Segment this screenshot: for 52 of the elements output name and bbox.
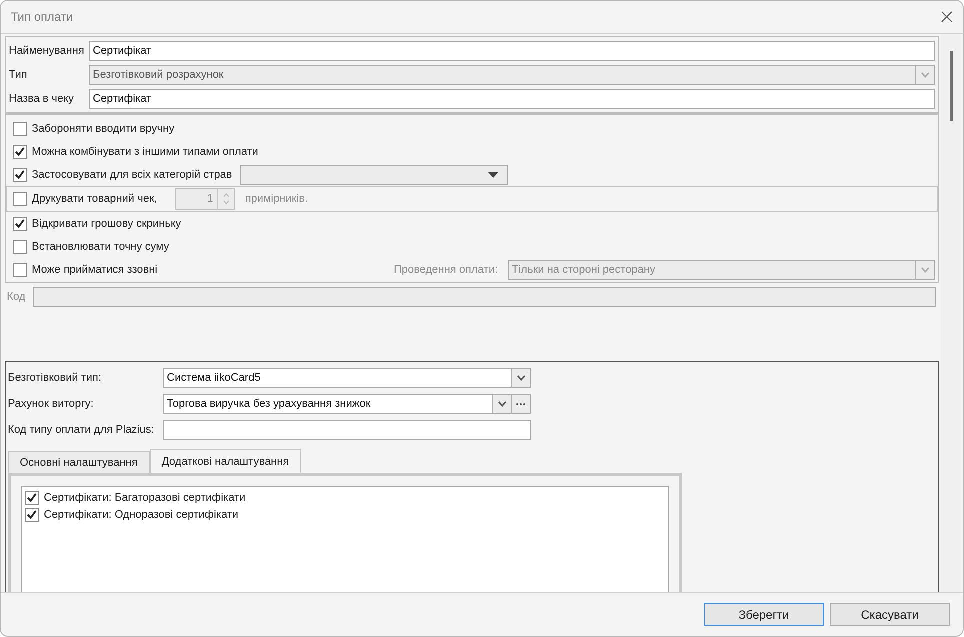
chevron-down-icon	[920, 266, 930, 272]
checkbox-label: Забороняти вводити вручну	[32, 122, 175, 134]
field-label: Проведення оплати:	[394, 264, 500, 276]
checkbox[interactable]	[13, 192, 27, 206]
copies-label: примірників.	[245, 193, 308, 205]
field-label: Код	[7, 291, 27, 303]
combo-box[interactable]: Безготівковий розрахунок	[89, 65, 935, 85]
combo-box[interactable]: Торгова виручка без урахування знижок	[163, 394, 531, 414]
checkbox-label: Відкривати грошову скриньку	[32, 218, 182, 230]
checkbox-label: Друкувати товарний чек,	[32, 193, 158, 205]
checkbox[interactable]	[13, 144, 27, 158]
dropdown-button[interactable]	[511, 369, 530, 387]
chevron-down-icon	[516, 375, 526, 381]
window-title: Тип оплати	[11, 10, 74, 24]
dropdown-button[interactable]	[492, 395, 511, 413]
field-label: Найменування	[9, 45, 86, 57]
dialog-button[interactable]: Зберегти	[704, 603, 824, 626]
checkbox-label: Сертифікати: Багаторазові сертифікати	[44, 492, 246, 504]
input-field[interactable]	[163, 420, 531, 440]
scrollbar-thumb[interactable]	[950, 51, 952, 121]
dialog-button[interactable]: Скасувати	[830, 603, 950, 626]
tab[interactable]: Додаткові налаштування	[150, 449, 302, 473]
tab[interactable]: Основні налаштування	[8, 451, 150, 473]
field-label: Назва в чеку	[9, 93, 76, 105]
field-label: Код типу оплати для Plazius:	[8, 424, 156, 436]
ellipsis-button[interactable]	[511, 395, 530, 413]
field-label: Рахунок виторгу:	[8, 398, 95, 410]
combo-box[interactable]: Система iikoCard5	[163, 368, 531, 388]
checkbox-label: Сертифікати: Одноразові сертифікати	[44, 508, 239, 520]
scrollbar[interactable]	[941, 34, 961, 592]
chevron-down-icon	[498, 401, 506, 407]
checkbox-label: Можна комбінувати з іншими типами оплати	[32, 146, 258, 158]
chevron-down-icon	[920, 72, 930, 78]
input-field[interactable]: Сертифікат	[89, 89, 935, 109]
field-label: Тип	[9, 69, 28, 81]
spinner-arrows-icon	[222, 192, 230, 206]
checkbox-label: Може прийматися ззовні	[32, 264, 158, 276]
ellipsis-icon	[516, 402, 526, 406]
input-field[interactable]	[33, 287, 936, 307]
checkbox-label: Застосовувати для всіх категорій страв	[32, 168, 232, 180]
checkbox[interactable]	[13, 262, 27, 276]
checkbox[interactable]	[13, 168, 27, 182]
checkbox[interactable]	[13, 122, 27, 136]
checkbox[interactable]	[13, 216, 27, 230]
checkbox[interactable]	[25, 490, 39, 504]
checkbox[interactable]	[25, 508, 39, 522]
checkbox[interactable]	[13, 240, 27, 254]
close-icon[interactable]	[941, 11, 953, 23]
checkbox-label: Встановлювати точну суму	[32, 240, 170, 252]
triangle-down-icon	[488, 172, 500, 178]
input-field[interactable]: Сертифікат	[89, 41, 935, 61]
field-label: Безготівковий тип:	[8, 372, 103, 384]
